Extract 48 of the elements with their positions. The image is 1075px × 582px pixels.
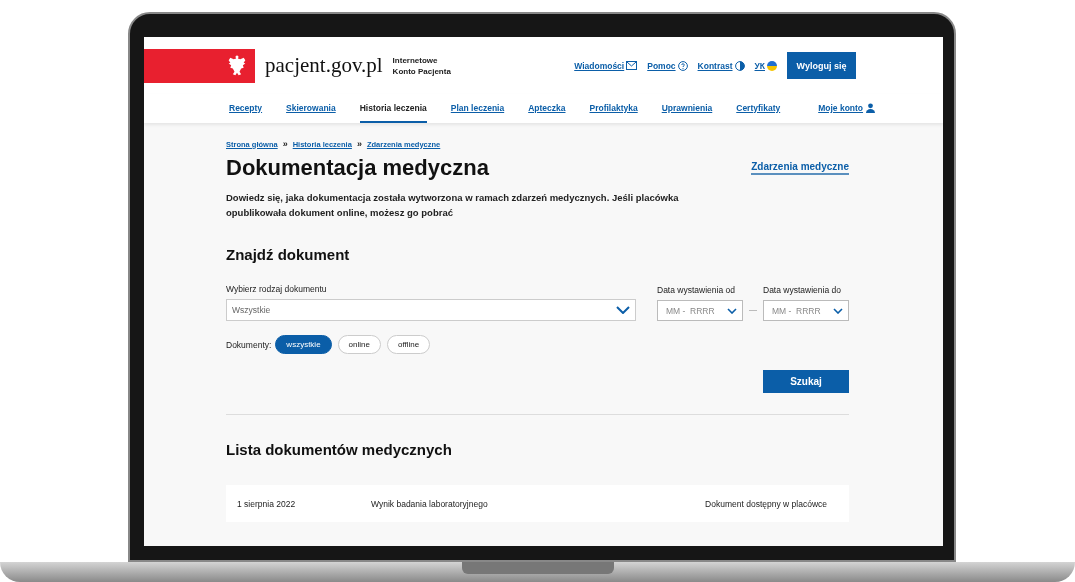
section-heading: Znajdź dokument	[226, 246, 351, 263]
chevron-down-icon	[616, 306, 630, 314]
header-link[interactable]: УК	[754, 60, 777, 71]
field-label: Wybierz rodzaj dokumentu	[226, 284, 328, 294]
help-icon	[677, 60, 688, 71]
document-type: Wynik badania laboratoryjnego	[371, 498, 489, 509]
filter-chip[interactable]: offline	[386, 335, 431, 354]
side-link[interactable]: Zdarzenia medyczne	[751, 161, 849, 175]
site-subtitle: Internetowe	[392, 54, 439, 66]
nav-tab[interactable]: Profilaktyka	[589, 94, 638, 123]
document-date: 1 sierpnia 2022	[237, 498, 297, 509]
logout-button[interactable]: Wyloguj się	[787, 52, 856, 79]
nav-tab[interactable]: Uprawnienia	[661, 94, 713, 123]
nav-tab[interactable]: Apteczka	[528, 94, 566, 123]
document-status: Dokument dostępny w placówce	[705, 498, 827, 509]
date-field[interactable]: MM - RRRR	[657, 300, 743, 321]
ukraine-flag-icon	[767, 60, 777, 71]
field-label: Data wystawienia od	[657, 285, 736, 295]
nav-tab[interactable]: Moje konto	[818, 94, 876, 123]
nav-tab[interactable]: Historia leczenia	[359, 94, 427, 123]
header-link[interactable]: Wiadomości	[574, 60, 638, 71]
search-button[interactable]: Szukaj	[763, 370, 849, 393]
header-link[interactable]: Pomoc	[647, 60, 688, 71]
nav-tab[interactable]: Skierowania	[286, 94, 336, 123]
mail-icon	[626, 61, 638, 70]
page-title: Dokumentacja medyczna	[226, 155, 489, 181]
breadcrumb-separator: »	[282, 139, 288, 149]
header-link[interactable]: Kontrast	[697, 60, 745, 71]
field-label: Data wystawienia do	[763, 285, 842, 295]
document-row[interactable]: 1 sierpnia 2022 Wynik badania laboratoryjnego Dokument dostępny w placówce	[226, 485, 849, 522]
section-heading: Lista dokumentów medycznych	[226, 441, 453, 458]
filter-chip[interactable]: online	[337, 335, 381, 354]
chevron-down-icon	[727, 308, 737, 314]
user-icon	[866, 102, 876, 113]
nav-tab[interactable]: Recepty	[229, 94, 263, 123]
filter-label: Dokumenty:	[226, 339, 272, 350]
filter-chip[interactable]: wszystkie	[275, 335, 332, 354]
eagle-emblem-icon	[227, 53, 247, 78]
date-field[interactable]: MM - RRRR	[763, 300, 849, 321]
document-type-dropdown[interactable]: Wszystkie	[226, 299, 636, 321]
contrast-icon	[734, 60, 745, 71]
page-description: Dowiedz się, jaka dokumentacja została wytworzona w ramach zdarzeń medycznych. Jeśli placówka opublikowała dokument online, możesz go pobrać	[226, 191, 680, 220]
nav-tab[interactable]: Certyfikaty	[736, 94, 781, 123]
site-subtitle: Konto Pacjenta	[392, 65, 451, 77]
breadcrumb-separator: »	[356, 139, 362, 149]
site-logo[interactable]: pacjent.gov.pl	[265, 53, 383, 78]
chevron-down-icon	[833, 308, 843, 314]
nav-tab[interactable]: Plan leczenia	[450, 94, 505, 123]
